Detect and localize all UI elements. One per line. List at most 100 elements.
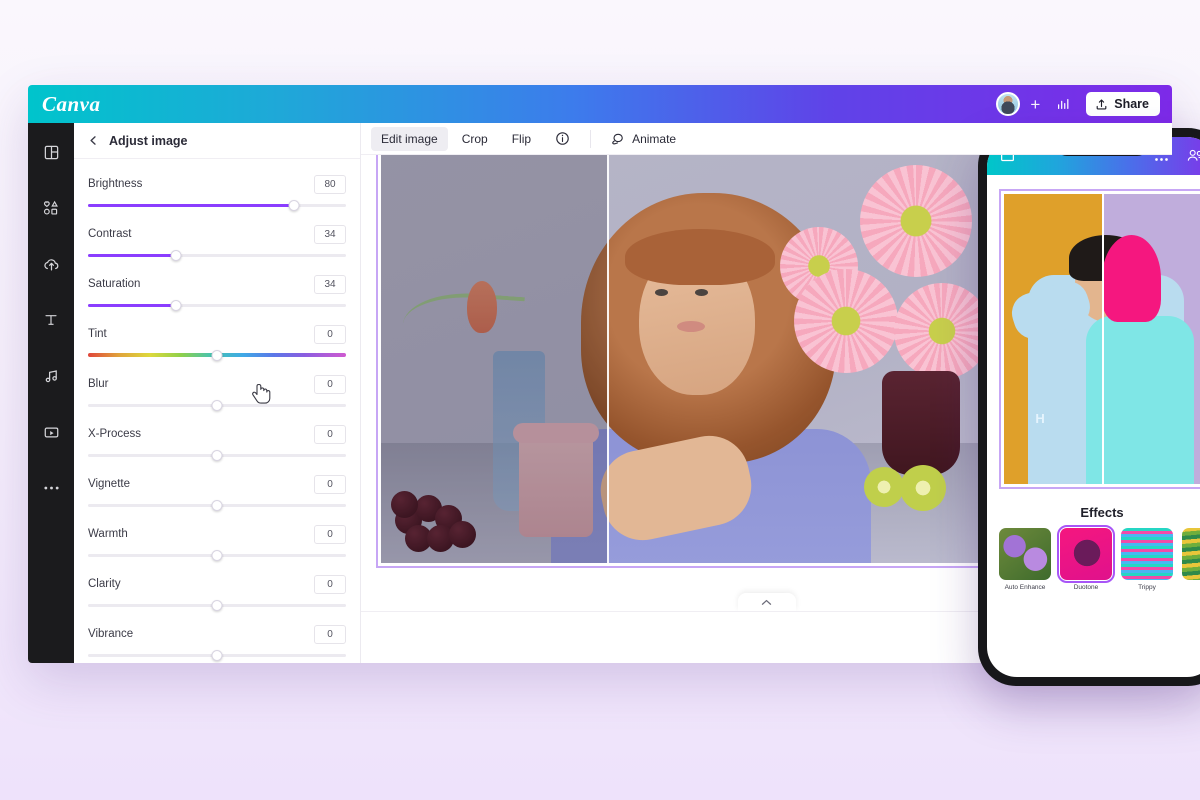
elements-icon — [42, 199, 60, 217]
slider-row: Vignette0 — [88, 473, 346, 515]
slider-value[interactable]: 80 — [314, 175, 346, 194]
slider-handle[interactable] — [212, 400, 223, 411]
effect-item[interactable]: Auto Enhance — [999, 528, 1051, 591]
slider-value[interactable]: 0 — [314, 625, 346, 644]
tab-crop-label: Crop — [462, 132, 488, 146]
slider-value[interactable]: 0 — [314, 525, 346, 544]
slider-track[interactable] — [88, 295, 346, 315]
slider-track[interactable] — [88, 545, 346, 565]
slider-handle[interactable] — [212, 550, 223, 561]
selected-image-frame[interactable] — [376, 136, 1013, 568]
phone-canvas[interactable]: H — [987, 175, 1200, 497]
slider-track[interactable] — [88, 345, 346, 365]
effect-thumbnail[interactable] — [999, 528, 1051, 580]
info-button[interactable] — [545, 126, 580, 151]
slider-track[interactable] — [88, 195, 346, 215]
phone-screen: H Effects Auto Enhance Duotone Trippy Colo — [987, 137, 1200, 677]
effects-title: Effects — [987, 505, 1200, 520]
slider-handle[interactable] — [212, 450, 223, 461]
slider-header: Brightness80 — [88, 173, 346, 195]
sidebar-item-video[interactable] — [36, 417, 66, 447]
audio-note-icon — [43, 368, 60, 385]
slider-row: Warmth0 — [88, 523, 346, 565]
sidebar-item-templates[interactable] — [36, 137, 66, 167]
left-rail — [28, 123, 74, 663]
effect-thumbnail[interactable] — [1182, 528, 1200, 580]
photo — [381, 141, 1008, 563]
slider-fill — [88, 204, 294, 207]
phone-selected-image[interactable]: H — [999, 189, 1200, 489]
team-people-icon[interactable] — [1186, 148, 1200, 168]
effect-thumbnail[interactable] — [1121, 528, 1173, 580]
phone-mockup: H Effects Auto Enhance Duotone Trippy Colo — [978, 128, 1200, 686]
before-overlay — [381, 141, 607, 563]
slider-list: Brightness80Contrast34Saturation34Tint0B… — [74, 159, 360, 663]
effect-item[interactable]: Colo — [1182, 528, 1200, 591]
slider-track[interactable] — [88, 495, 346, 515]
canva-logo[interactable]: Canva — [42, 92, 101, 117]
slider-track[interactable] — [88, 395, 346, 415]
slider-handle[interactable] — [170, 300, 181, 311]
slider-header: Warmth0 — [88, 523, 346, 545]
effect-item[interactable]: Trippy — [1121, 528, 1173, 591]
slider-row: X-Process0 — [88, 423, 346, 465]
sidebar-item-audio[interactable] — [36, 361, 66, 391]
slider-handle[interactable] — [212, 600, 223, 611]
panel-header: Adjust image — [74, 123, 360, 159]
slider-value[interactable]: 34 — [314, 275, 346, 294]
tab-edit-image-label: Edit image — [381, 132, 438, 146]
slider-header: Vibrance0 — [88, 623, 346, 645]
tab-flip-label: Flip — [512, 132, 531, 146]
phone-before-after-split — [1102, 194, 1104, 484]
slider-value[interactable]: 34 — [314, 225, 346, 244]
sidebar-item-elements[interactable] — [36, 193, 66, 223]
tab-edit-image[interactable]: Edit image — [371, 127, 448, 151]
slider-track[interactable] — [88, 645, 346, 663]
more-dots-icon — [43, 485, 60, 491]
effects-list: Auto Enhance Duotone Trippy Colo — [987, 520, 1200, 591]
avatar[interactable] — [996, 92, 1020, 116]
add-collaborator-button[interactable]: + — [1030, 96, 1040, 113]
info-circle-icon — [555, 131, 570, 146]
slider-value[interactable]: 0 — [314, 575, 346, 594]
bar-chart-icon[interactable] — [1050, 91, 1076, 117]
editor-top-bar: Canva + Share — [28, 85, 1172, 123]
page-panel-toggle[interactable] — [738, 593, 796, 611]
share-button[interactable]: Share — [1086, 92, 1160, 116]
effect-label: Trippy — [1121, 584, 1173, 591]
slider-header: Blur0 — [88, 373, 346, 395]
sidebar-item-more[interactable] — [36, 473, 66, 503]
page-title: Adjust image — [109, 134, 188, 148]
slider-value[interactable]: 0 — [314, 475, 346, 494]
effect-item[interactable]: Duotone — [1060, 528, 1112, 591]
sidebar-item-text[interactable] — [36, 305, 66, 335]
animate-button[interactable]: Animate — [601, 126, 686, 151]
chevron-left-icon[interactable] — [88, 135, 99, 146]
slider-handle[interactable] — [212, 350, 223, 361]
tab-crop[interactable]: Crop — [452, 127, 498, 151]
animate-swirl-icon — [611, 131, 626, 146]
slider-value[interactable]: 0 — [314, 325, 346, 344]
slider-handle[interactable] — [212, 500, 223, 511]
slider-track[interactable] — [88, 445, 346, 465]
slider-value[interactable]: 0 — [314, 375, 346, 394]
slider-header: X-Process0 — [88, 423, 346, 445]
slider-handle[interactable] — [212, 650, 223, 661]
slider-fill — [88, 304, 176, 307]
before-after-split-line[interactable] — [607, 141, 609, 563]
tab-flip[interactable]: Flip — [502, 127, 541, 151]
text-icon — [43, 312, 59, 328]
slider-value[interactable]: 0 — [314, 425, 346, 444]
top-bar-actions: + Share — [996, 91, 1172, 117]
effect-label: Duotone — [1060, 584, 1112, 591]
shirt-text: H — [1035, 411, 1046, 426]
slider-handle[interactable] — [289, 200, 300, 211]
effect-thumbnail[interactable] — [1060, 528, 1112, 580]
slider-track[interactable] — [88, 245, 346, 265]
sidebar-item-uploads[interactable] — [36, 249, 66, 279]
slider-row: Tint 0 — [88, 323, 346, 365]
slider-track[interactable] — [88, 595, 346, 615]
slider-handle[interactable] — [170, 250, 181, 261]
video-icon — [43, 424, 60, 441]
slider-label: Tint — [88, 328, 107, 340]
